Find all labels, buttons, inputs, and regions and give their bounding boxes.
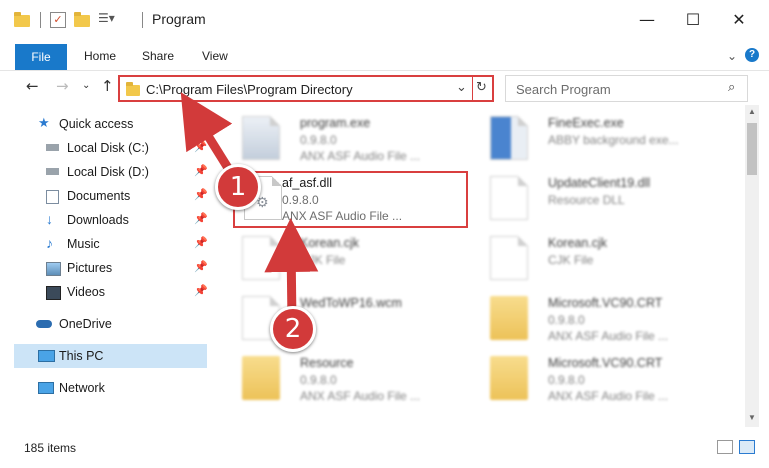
annotation-layer [180,92,319,323]
step-1-badge: 1 [215,164,261,210]
step-2-badge: 2 [270,306,316,352]
